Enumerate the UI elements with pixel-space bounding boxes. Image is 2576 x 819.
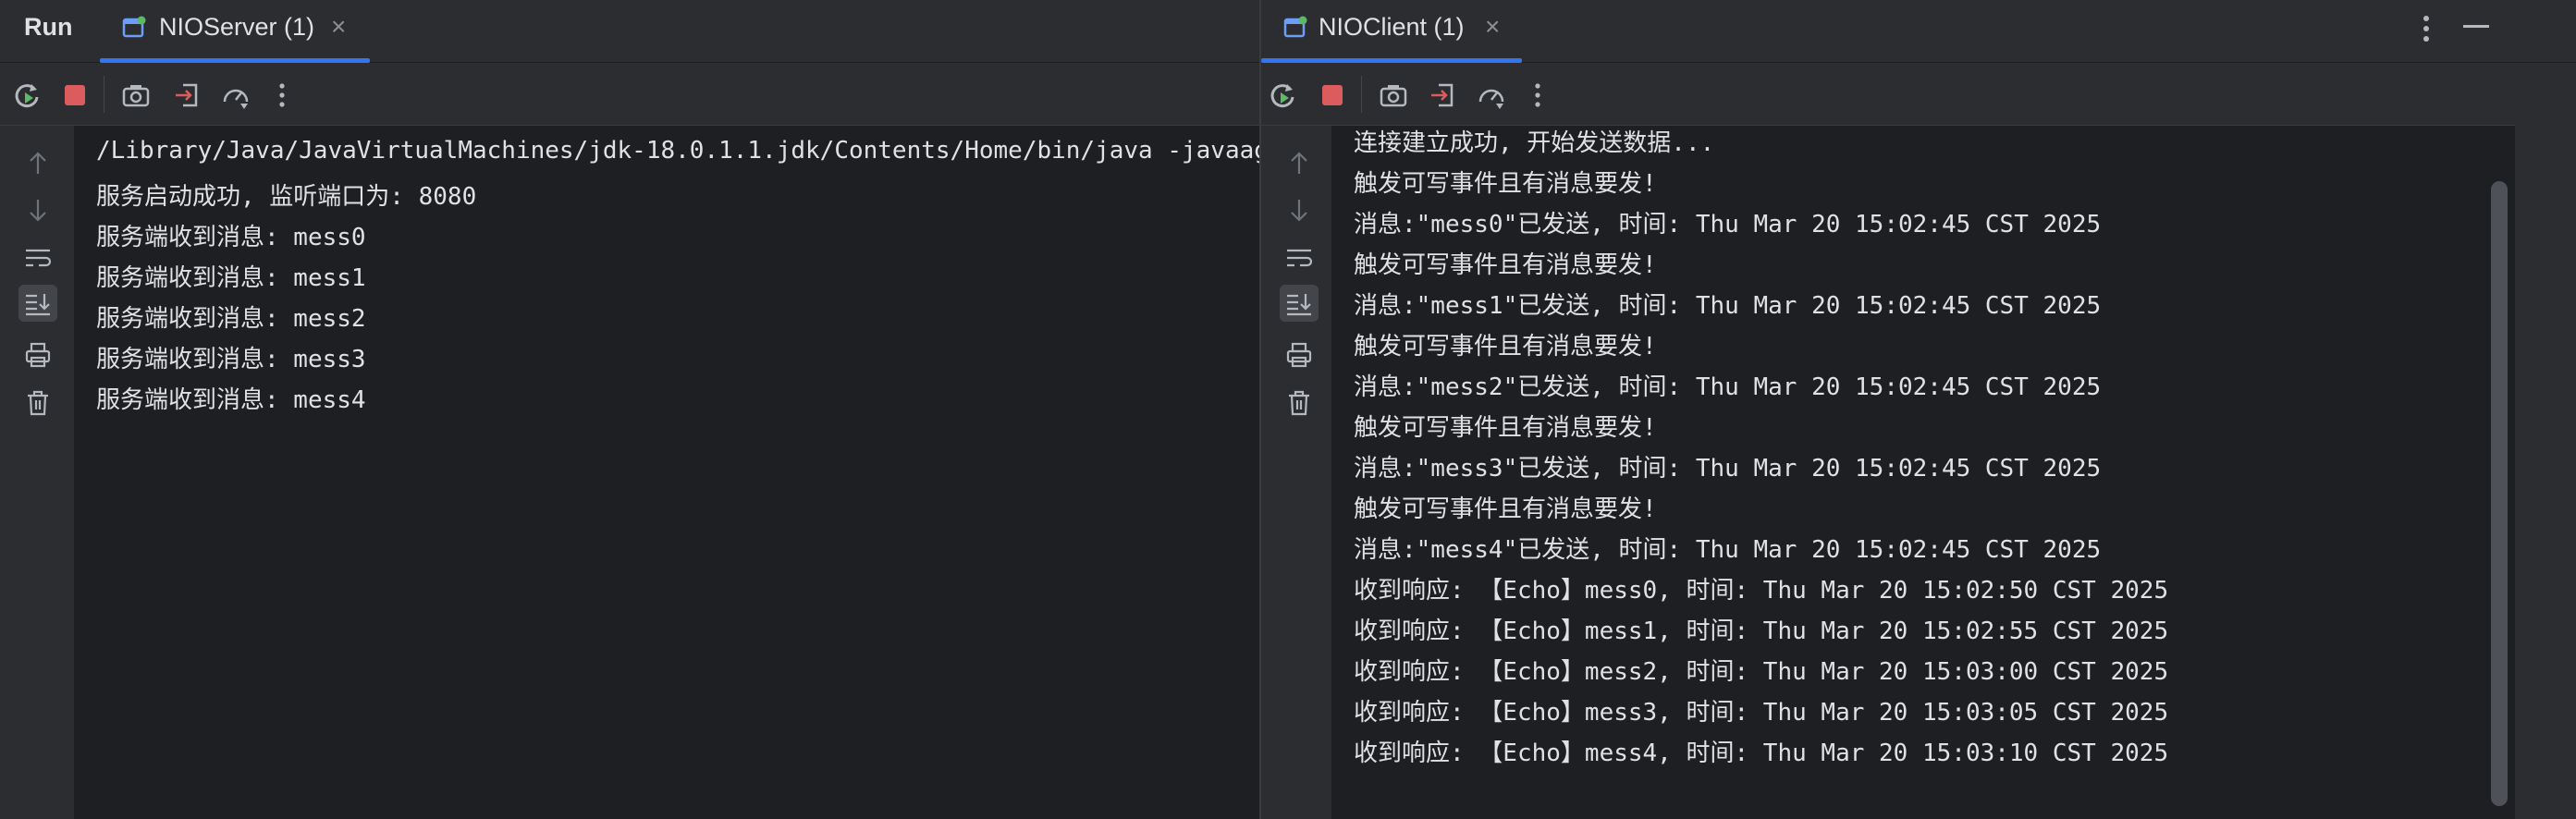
- gauge-icon[interactable]: [220, 79, 251, 111]
- console-line: 服务启动成功, 监听端口为: 8080: [96, 183, 477, 211]
- vertical-scrollbar[interactable]: [2491, 181, 2508, 806]
- exit-icon[interactable]: [1428, 79, 1459, 111]
- arrow-up-icon[interactable]: [1280, 144, 1319, 181]
- tab-nioclient[interactable]: NIOClient (1) ×: [1261, 0, 1522, 63]
- arrow-up-icon[interactable]: [18, 144, 57, 181]
- arrow-down-icon[interactable]: [18, 192, 57, 229]
- gauge-icon[interactable]: [1476, 79, 1507, 111]
- tab-title: NIOClient (1): [1319, 13, 1465, 41]
- scroll-to-end-icon[interactable]: [1280, 285, 1319, 322]
- run-tool-window-header: Run NIOServer (1) × NIOClient (1) ×: [0, 0, 2576, 63]
- console-line: /Library/Java/JavaVirtualMachines/jdk-18…: [96, 137, 1259, 165]
- scroll-to-end-icon[interactable]: [18, 285, 57, 322]
- console-line: 消息:"mess0"已发送, 时间: Thu Mar 20 15:02:45 C…: [1354, 211, 2102, 238]
- print-icon[interactable]: [18, 336, 57, 373]
- console-line: 服务端收到消息: mess2: [96, 305, 366, 333]
- minimize-icon[interactable]: [2463, 24, 2489, 30]
- trash-icon[interactable]: [1280, 385, 1319, 422]
- console-line: 触发可写事件且有消息要发!: [1354, 170, 1657, 198]
- console-line: 消息:"mess1"已发送, 时间: Thu Mar 20 15:02:45 C…: [1354, 292, 2102, 320]
- soft-wrap-icon[interactable]: [18, 240, 57, 277]
- client-console-output[interactable]: 连接建立成功, 开始发送数据... 触发可写事件且有消息要发! 消息:"mess…: [1331, 126, 2515, 819]
- console-line: 服务端收到消息: mess0: [96, 224, 366, 251]
- toolbar-separator: [1361, 76, 1362, 113]
- console-line: 收到响应: 【Echo】mess2, 时间: Thu Mar 20 15:03:…: [1354, 658, 2169, 686]
- run-title: Run: [24, 13, 73, 41]
- arrow-down-icon[interactable]: [1280, 192, 1319, 229]
- console-line: 触发可写事件且有消息要发!: [1354, 251, 1657, 279]
- console-line: 收到响应: 【Echo】mess3, 时间: Thu Mar 20 15:03:…: [1354, 699, 2169, 727]
- console-line: 收到响应: 【Echo】mess1, 时间: Thu Mar 20 15:02:…: [1354, 617, 2169, 645]
- tab-title: NIOServer (1): [159, 13, 315, 41]
- rerun-icon[interactable]: [11, 79, 43, 111]
- close-icon[interactable]: ×: [331, 12, 346, 42]
- console-line: 消息:"mess4"已发送, 时间: Thu Mar 20 15:02:45 C…: [1354, 536, 2102, 564]
- stop-icon[interactable]: [1317, 79, 1348, 111]
- stop-icon[interactable]: [59, 79, 91, 111]
- server-console-gutter: [0, 126, 74, 819]
- more-vertical-icon[interactable]: [1522, 79, 1553, 111]
- client-panel: 连接建立成功, 开始发送数据... 触发可写事件且有消息要发! 消息:"mess…: [1261, 63, 2515, 819]
- console-line: 连接建立成功, 开始发送数据...: [1354, 129, 1715, 157]
- console-line: 服务端收到消息: mess4: [96, 386, 366, 414]
- console-line: 收到响应: 【Echo】mess4, 时间: Thu Mar 20 15:03:…: [1354, 740, 2169, 767]
- more-vertical-icon[interactable]: [2417, 13, 2435, 44]
- console-line: 收到响应: 【Echo】mess0, 时间: Thu Mar 20 15:02:…: [1354, 577, 2169, 605]
- console-line: 服务端收到消息: mess3: [96, 346, 366, 373]
- client-toolbar: [1261, 63, 2515, 126]
- server-console-output[interactable]: /Library/Java/JavaVirtualMachines/jdk-18…: [74, 126, 1259, 819]
- rerun-icon[interactable]: [1267, 79, 1298, 111]
- trash-icon[interactable]: [18, 385, 57, 422]
- console-line: 触发可写事件且有消息要发!: [1354, 333, 1657, 361]
- camera-icon[interactable]: [1378, 79, 1409, 111]
- exit-icon[interactable]: [172, 79, 203, 111]
- close-icon[interactable]: ×: [1485, 12, 1500, 42]
- server-toolbar: [0, 63, 1259, 126]
- server-panel: /Library/Java/JavaVirtualMachines/jdk-18…: [0, 63, 1259, 819]
- console-line: 触发可写事件且有消息要发!: [1354, 414, 1657, 442]
- tab-nioserver[interactable]: NIOServer (1) ×: [100, 0, 370, 63]
- console-line: 触发可写事件且有消息要发!: [1354, 495, 1657, 523]
- soft-wrap-icon[interactable]: [1280, 240, 1319, 277]
- more-vertical-icon[interactable]: [266, 79, 298, 111]
- console-line: 消息:"mess2"已发送, 时间: Thu Mar 20 15:02:45 C…: [1354, 373, 2102, 401]
- client-console-gutter: [1261, 126, 1335, 819]
- tool-window-stripe: [2515, 63, 2576, 819]
- console-line: 消息:"mess3"已发送, 时间: Thu Mar 20 15:02:45 C…: [1354, 455, 2102, 483]
- camera-icon[interactable]: [120, 79, 152, 111]
- print-icon[interactable]: [1280, 336, 1319, 373]
- console-line: 服务端收到消息: mess1: [96, 264, 366, 292]
- application-icon: [122, 16, 146, 38]
- application-icon: [1283, 16, 1307, 38]
